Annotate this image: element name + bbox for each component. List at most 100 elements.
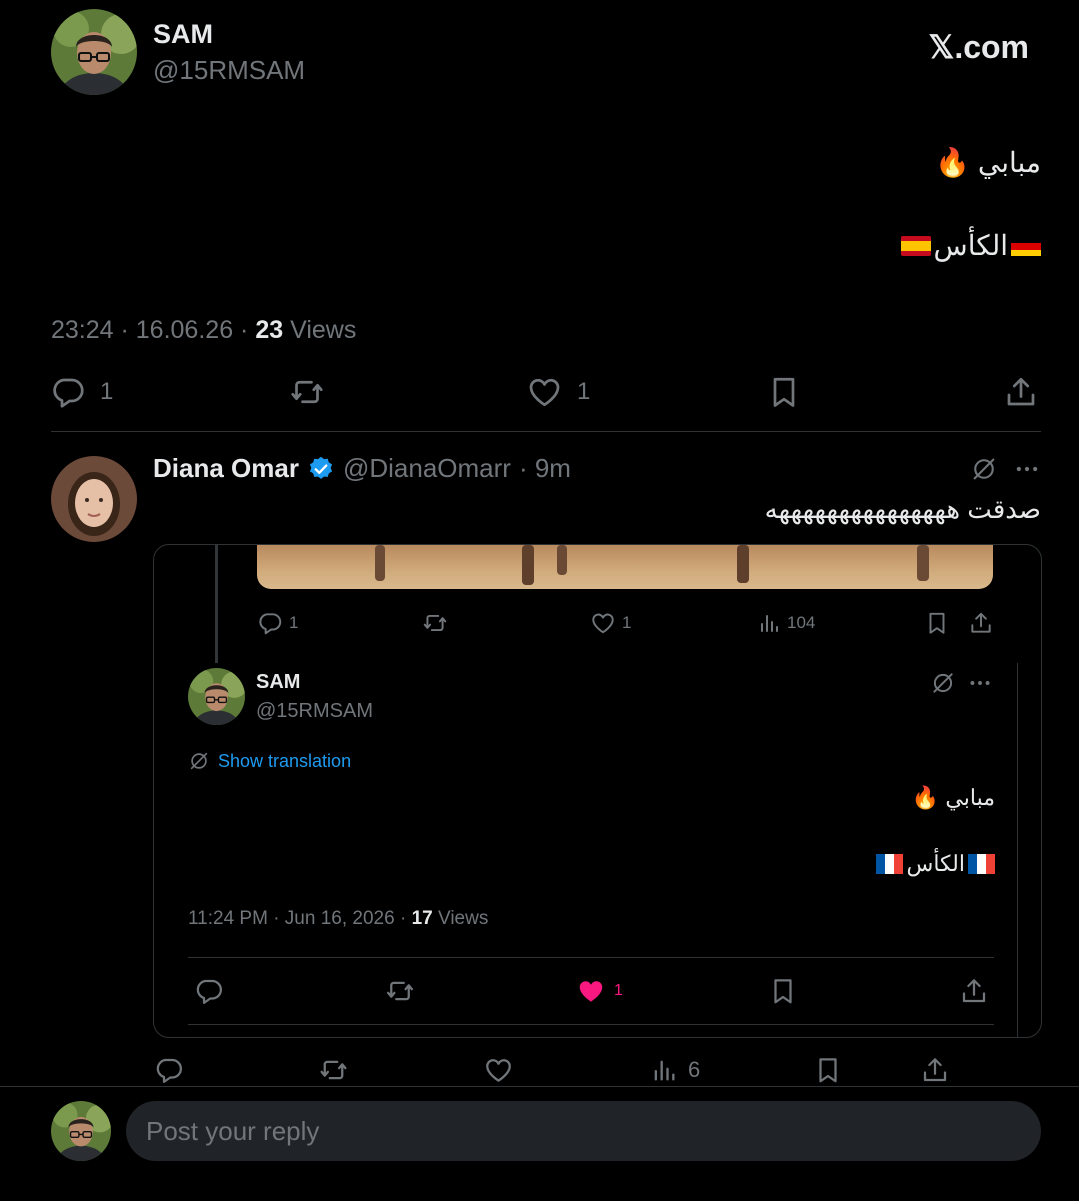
- quoted-bookmark-button[interactable]: [768, 976, 798, 1006]
- reply-bookmark-button[interactable]: [813, 1055, 843, 1085]
- divider: [188, 1024, 994, 1025]
- retweet-icon: [317, 1055, 350, 1085]
- reply-reply-button[interactable]: [154, 1055, 184, 1085]
- quoted-prev-reply-button[interactable]: 1: [257, 610, 298, 636]
- quoted-text-line2: الكأس: [876, 851, 995, 877]
- reply-time[interactable]: · 9m: [519, 453, 571, 484]
- tweet-views-count: 23: [255, 316, 284, 344]
- reply-text: صدقت هههههههههههههههه: [764, 494, 1041, 524]
- reply-author-handle[interactable]: @DianaOmarr: [343, 453, 511, 484]
- quoted-like-button[interactable]: 1: [576, 976, 623, 1006]
- tweet-text-line2-label: الكأس: [933, 230, 1008, 261]
- share-icon: [968, 610, 994, 636]
- bookmark-icon: [768, 976, 798, 1006]
- reply-views-button[interactable]: 6: [650, 1055, 700, 1085]
- spain-flag: [900, 235, 931, 256]
- quoted-author-avatar[interactable]: [188, 668, 245, 725]
- france-flag: [968, 854, 995, 874]
- tweet-timestamp[interactable]: 23:24 · 16.06.26 ·: [51, 316, 248, 344]
- quoted-prev-retweet-button[interactable]: [421, 610, 449, 636]
- quoted-share-button[interactable]: [959, 976, 989, 1006]
- reply-retweet-button[interactable]: [317, 1055, 350, 1085]
- quoted-prev-share-button[interactable]: [968, 610, 994, 636]
- quoted-author-handle[interactable]: @15RMSAM: [256, 700, 373, 723]
- quoted-prev-like-count: 1: [622, 613, 632, 632]
- reply-share-button[interactable]: [920, 1055, 950, 1085]
- quoted-timestamp[interactable]: 11:24 PM · Jun 16, 2026 ·: [188, 908, 406, 929]
- quoted-author-name[interactable]: SAM: [256, 671, 300, 694]
- share-icon: [920, 1055, 950, 1085]
- more-icon: [967, 670, 993, 696]
- quoted-views-count: 17: [411, 908, 433, 929]
- tweet-text-line2: الكأس: [900, 229, 1041, 262]
- x-brand-logo: 𝕏.com: [928, 29, 1029, 65]
- reply-like-button[interactable]: [483, 1055, 514, 1085]
- quoted-prev-bookmark-button[interactable]: [924, 610, 950, 636]
- quoted-prev-views-button[interactable]: 104: [757, 610, 815, 636]
- bookmark-icon: [924, 610, 950, 636]
- reply-icon: [194, 976, 224, 1006]
- retweet-icon: [384, 976, 416, 1006]
- heart-icon: [576, 976, 606, 1006]
- bookmark-icon: [766, 374, 802, 410]
- quoted-views-label: Views: [437, 908, 489, 929]
- tweet-views-label: Views: [290, 316, 357, 344]
- show-translation-link[interactable]: Show translation: [188, 750, 351, 772]
- tweet-text-line1: مبابي 🔥: [935, 147, 1041, 178]
- quoted-meta: 11:24 PM · Jun 16, 2026 · 17 Views: [188, 908, 488, 930]
- more-icon: [1012, 455, 1042, 483]
- like-button[interactable]: 1: [526, 374, 590, 410]
- author-handle[interactable]: @15RMSAM: [153, 55, 305, 86]
- reply-icon: [154, 1055, 184, 1085]
- reply-views-count: 6: [688, 1057, 701, 1082]
- reply-input[interactable]: [126, 1101, 1041, 1161]
- embedded-tweet-screenshot[interactable]: 1 1 104 SAM @15RMSAM Show translation مب…: [153, 544, 1042, 1038]
- quoted-reply-button[interactable]: [194, 976, 224, 1006]
- grok-icon: [188, 750, 210, 772]
- bookmark-button[interactable]: [766, 374, 802, 410]
- quoted-retweet-button[interactable]: [384, 976, 416, 1006]
- quoted-right-border: [1017, 663, 1018, 1037]
- composer-avatar[interactable]: [51, 1101, 111, 1161]
- reply-author-name[interactable]: Diana Omar: [153, 453, 299, 484]
- quoted-grok-button[interactable]: [930, 670, 956, 696]
- heart-icon: [483, 1055, 514, 1085]
- quoted-media: [257, 545, 993, 589]
- reply-icon: [50, 374, 86, 410]
- quoted-text-line1: مبابي 🔥: [911, 785, 995, 810]
- germany-flag: [1011, 235, 1041, 256]
- share-icon: [1003, 374, 1039, 410]
- bookmark-icon: [813, 1055, 843, 1085]
- reply-button[interactable]: 1: [50, 374, 113, 410]
- grok-button[interactable]: [969, 455, 999, 483]
- author-avatar[interactable]: [51, 9, 137, 95]
- france-flag: [876, 854, 904, 874]
- share-button[interactable]: [1003, 374, 1039, 410]
- composer-bar: [0, 1086, 1079, 1201]
- retweet-button[interactable]: [288, 374, 326, 410]
- quoted-text-line2-label: الكأس: [906, 851, 965, 876]
- author-name[interactable]: SAM: [153, 19, 213, 50]
- thread-line: [215, 545, 218, 663]
- divider: [51, 431, 1041, 432]
- quoted-prev-reply-count: 1: [289, 613, 299, 632]
- reply-count: 1: [100, 378, 114, 405]
- grok-icon: [930, 670, 956, 696]
- retweet-icon: [288, 374, 326, 410]
- heart-icon: [590, 610, 616, 636]
- quoted-like-count: 1: [614, 982, 623, 999]
- verified-icon: [307, 455, 335, 483]
- divider: [188, 957, 994, 958]
- quoted-prev-like-button[interactable]: 1: [590, 610, 631, 636]
- quoted-prev-views-count: 104: [787, 613, 816, 632]
- like-count: 1: [577, 378, 591, 405]
- quoted-more-button[interactable]: [967, 670, 993, 696]
- reply-author-avatar[interactable]: [51, 456, 137, 542]
- views-icon: [650, 1055, 678, 1085]
- grok-icon: [969, 455, 999, 483]
- reply-icon: [257, 610, 283, 636]
- more-button[interactable]: [1012, 455, 1042, 483]
- heart-icon: [526, 374, 563, 410]
- reply-header: Diana Omar @DianaOmarr · 9m: [153, 453, 571, 484]
- show-translation-label: Show translation: [218, 750, 352, 771]
